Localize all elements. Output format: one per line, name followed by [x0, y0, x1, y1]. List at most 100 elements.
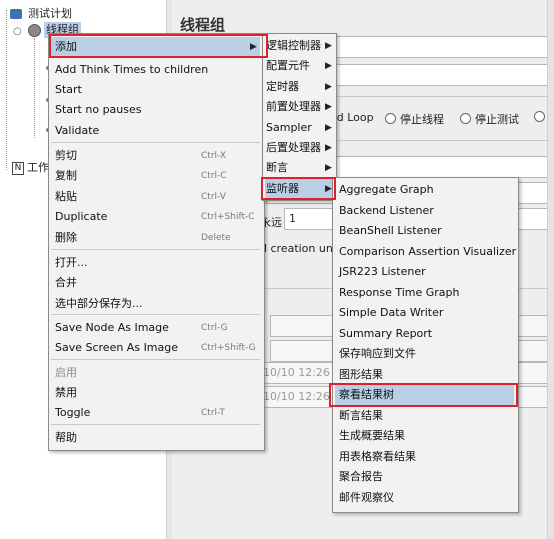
shortcut-label: Ctrl-V	[201, 192, 226, 202]
add-submenu-item[interactable]: 逻辑控制器 ▶	[265, 36, 332, 56]
listener-submenu-item[interactable]: Response Time Graph	[335, 283, 514, 303]
shortcut-label: Delete	[201, 233, 231, 243]
context-menu-item[interactable]: 复制 Ctrl-C	[51, 166, 260, 186]
delay-creation-label: d creation unt	[260, 242, 338, 255]
menu-separator	[51, 359, 260, 360]
shortcut-label: Ctrl-X	[201, 151, 226, 161]
context-menu-item[interactable]: Save Screen As Image Ctrl+Shift-G	[51, 338, 260, 358]
listener-submenu-item-label: Summary Report	[339, 326, 433, 340]
add-submenu-item[interactable]: 配置元件 ▶	[265, 56, 332, 76]
context-menu-item-label: 选中部分保存为...	[55, 297, 143, 310]
add-submenu-item[interactable]: 监听器 ▶	[265, 178, 332, 199]
listener-submenu-item[interactable]: 断言结果	[335, 406, 514, 426]
context-menu: 添加 ▶ Add Think Times to children Start Start…	[48, 33, 265, 451]
add-submenu-item[interactable]: Sampler ▶	[265, 118, 332, 138]
menu-separator	[51, 314, 260, 315]
panel-title: 线程组	[180, 16, 226, 34]
add-submenu-item-label: 配置元件	[266, 59, 310, 73]
listener-submenu-item-label: Comparison Assertion Visualizer	[339, 244, 517, 258]
submenu-arrow-icon: ▶	[325, 102, 332, 113]
listener-submenu-item[interactable]: 生成概要结果	[335, 426, 514, 446]
context-menu-item-label: Save Screen As Image	[55, 341, 179, 354]
listener-submenu-item[interactable]: Comparison Assertion Visualizer	[335, 242, 517, 262]
shortcut-label: Ctrl-C	[201, 171, 227, 181]
context-menu-item-label: 删除	[55, 231, 77, 244]
submenu-arrow-icon: ▶	[250, 42, 257, 52]
add-submenu-item-label: 定时器	[266, 79, 299, 93]
context-menu-item[interactable]: 启用	[51, 363, 260, 383]
submenu-arrow-icon: ▶	[325, 122, 332, 133]
context-menu-item-label: 帮助	[55, 431, 77, 444]
context-menu-item-label: 启用	[55, 366, 77, 379]
listener-submenu-item-label: 察看结果树	[339, 388, 394, 401]
stop-thread-radio[interactable]: 停止线程	[385, 111, 444, 127]
menu-separator	[51, 249, 260, 250]
context-menu-item[interactable]: Duplicate Ctrl+Shift-C	[51, 207, 260, 227]
test-plan-icon	[10, 9, 22, 19]
listener-submenu-item[interactable]: 保存响应到文件	[335, 344, 514, 364]
context-menu-item[interactable]: Start no pauses	[51, 100, 260, 120]
shortcut-label: Ctrl-G	[201, 323, 228, 333]
context-menu-item[interactable]: 粘贴 Ctrl-V	[51, 187, 260, 207]
submenu-arrow-icon: ▶	[325, 61, 332, 72]
context-menu-item-label: 粘贴	[55, 190, 77, 203]
context-menu-item[interactable]: 删除 Delete	[51, 228, 260, 248]
add-submenu-item[interactable]: 定时器 ▶	[265, 77, 332, 97]
listener-submenu-item-label: BeanShell Listener	[339, 224, 442, 237]
context-menu-item[interactable]: Start	[51, 80, 260, 100]
context-menu-item-label: 剪切	[55, 149, 77, 162]
listener-submenu-item[interactable]: 聚合报告	[335, 467, 514, 487]
radio-icon	[385, 113, 396, 124]
context-menu-item[interactable]: Validate	[51, 121, 260, 141]
add-submenu-item-label: 后置处理器	[266, 141, 321, 154]
listener-submenu-item-label: 图形结果	[339, 367, 383, 381]
stop-test-radio[interactable]: 停止测试	[460, 111, 519, 127]
menu-separator	[51, 424, 260, 425]
menu-separator	[51, 142, 260, 143]
listener-submenu-item-label: 聚合报告	[339, 470, 383, 483]
listener-submenu-item[interactable]: 察看结果树	[335, 385, 514, 405]
submenu-arrow-icon: ▶	[325, 163, 332, 174]
context-menu-item-label: 复制	[55, 169, 77, 182]
listener-submenu-item-label: Simple Data Writer	[339, 306, 444, 319]
context-menu-item-label: Toggle	[55, 406, 91, 419]
context-menu-item[interactable]: 添加 ▶	[51, 37, 260, 57]
context-menu-item[interactable]: 剪切 Ctrl-X	[51, 146, 260, 166]
context-menu-item[interactable]: Add Think Times to children	[51, 60, 260, 80]
vertical-scrollbar[interactable]	[547, 0, 554, 539]
listener-submenu-item[interactable]: JSR223 Listener	[335, 262, 514, 282]
listener-submenu-item[interactable]: 用表格察看结果	[335, 447, 514, 467]
add-submenu-item[interactable]: 断言 ▶	[265, 158, 332, 178]
thread-group-icon	[28, 24, 41, 37]
expand-toggle-icon[interactable]: ○	[13, 24, 22, 40]
add-submenu: 逻辑控制器 ▶ 配置元件 ▶ 定时器 ▶ 前置处理器 ▶ Sampler ▶ 后置处理器 ▶ 断言 ▶ 监听…	[262, 33, 337, 201]
context-menu-item-label: Validate	[55, 124, 100, 137]
workbench-icon: N	[12, 162, 24, 175]
listener-submenu-item[interactable]: 邮件观察仪	[335, 488, 514, 508]
context-menu-item[interactable]: 打开...	[51, 253, 260, 273]
context-menu-item-label: Save Node As Image	[55, 321, 169, 334]
context-menu-item-label: Add Think Times to children	[55, 63, 209, 76]
context-menu-item[interactable]: 合并	[51, 273, 260, 293]
listener-submenu-item-label: 生成概要结果	[339, 429, 405, 442]
context-menu-item[interactable]: 帮助	[51, 428, 260, 448]
listener-submenu-item[interactable]: Aggregate Graph	[335, 180, 514, 200]
listener-submenu-item[interactable]: 图形结果	[335, 365, 514, 385]
context-menu-item[interactable]: Toggle Ctrl-T	[51, 403, 260, 423]
context-menu-item[interactable]: 选中部分保存为...	[51, 294, 260, 314]
context-menu-item-label: 添加	[55, 40, 77, 53]
context-menu-item-label: Start	[55, 83, 82, 96]
add-submenu-item-label: 监听器	[266, 181, 299, 195]
listener-submenu-item[interactable]: Summary Report	[335, 324, 514, 344]
context-menu-item[interactable]: Save Node As Image Ctrl-G	[51, 318, 260, 338]
context-menu-item-label: 合并	[55, 276, 77, 289]
add-submenu-item[interactable]: 后置处理器 ▶	[265, 138, 332, 158]
radio-icon	[460, 113, 471, 124]
context-menu-item[interactable]: 禁用	[51, 383, 260, 403]
listener-submenu-item[interactable]: Simple Data Writer	[335, 303, 514, 323]
submenu-arrow-icon: ▶	[325, 143, 332, 153]
submenu-arrow-icon: ▶	[325, 183, 332, 194]
listener-submenu-item[interactable]: Backend Listener	[335, 201, 514, 221]
listener-submenu-item[interactable]: BeanShell Listener	[335, 221, 514, 241]
add-submenu-item[interactable]: 前置处理器 ▶	[265, 97, 332, 117]
